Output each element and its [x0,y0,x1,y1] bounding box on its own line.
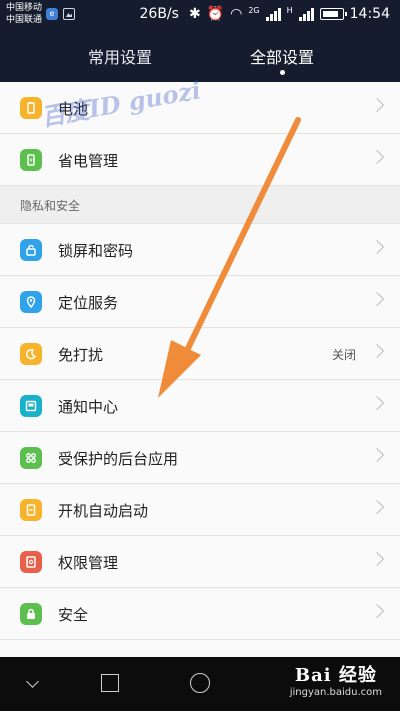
network-h: H [286,5,293,15]
setting-label: 受保护的后台应用 [58,450,179,468]
status-right: 26B/s ✱ ⏰ ◠ 2G H 14:54 [139,5,391,23]
network-2g: 2G [248,5,260,15]
setting-label: 权限管理 [58,554,119,572]
notification-center-icon [20,395,42,417]
chevron-right-icon [369,291,385,307]
brand-logo: Bai 经验 jingyan.baidu.com [290,661,382,698]
section-header-privacy: 隐私和安全 [0,186,400,224]
setting-value: 关闭 [331,348,356,362]
chevron-right-icon [369,603,385,619]
navigation-bar: Bai 经验 jingyan.baidu.com [0,657,400,711]
back-icon[interactable] [26,675,39,688]
settings-list[interactable]: 电池 省电管理 隐私和安全 锁屏和密码 定位服务 免打扰 关闭 通知中心 受保护… [0,82,400,657]
setting-label: 定位服务 [58,294,119,312]
power-saving-icon [20,149,42,171]
section-title: 隐私和安全 [20,199,81,213]
alarm-icon: ⏰ [206,6,225,22]
setting-row-partial[interactable] [0,640,400,657]
moon-icon [20,343,42,365]
setting-row-protected-apps[interactable]: 受保护的后台应用 [0,432,400,484]
chevron-right-icon [369,97,385,113]
autostart-icon [20,499,42,521]
setting-label: 开机自动启动 [58,502,149,520]
lock-screen-icon [20,239,42,261]
tab-all-settings[interactable]: 全部设置 [250,44,314,68]
clock: 14:54 [349,6,390,22]
location-icon [20,291,42,313]
security-lock-icon [20,603,42,625]
setting-row-notification-center[interactable]: 通知中心 [0,380,400,432]
setting-label: 安全 [58,606,89,624]
carrier-1: 中国移动 [6,3,43,13]
net-speed: 26B/s [139,6,179,22]
setting-row-power-saving[interactable]: 省电管理 [0,134,400,186]
setting-label: 锁屏和密码 [58,242,134,260]
setting-label: 通知中心 [58,398,119,416]
permission-icon [20,551,42,573]
brand-line-2: jingyan.baidu.com [289,687,382,698]
setting-row-autostart[interactable]: 开机自动启动 [0,484,400,536]
carrier-info: 中国移动 中国联通 [6,2,42,26]
recent-apps-icon[interactable] [101,674,119,692]
brand-line-1: Bai 经验 [294,665,377,686]
setting-label: 省电管理 [58,152,119,170]
setting-row-location[interactable]: 定位服务 [0,276,400,328]
active-tab-indicator [280,70,285,75]
app-notification-icon: e [46,8,58,20]
status-bar: 中国移动 中国联通 e 26B/s ✱ ⏰ ◠ 2G H 14:54 [0,0,400,30]
chevron-right-icon [369,343,385,359]
signal-icon-2 [298,7,314,21]
protected-apps-icon [20,447,42,469]
setting-label: 电池 [58,100,89,118]
battery-icon [20,97,42,119]
chevron-right-icon [369,551,385,567]
setting-label: 免打扰 [58,346,104,364]
notification-icons: e [46,8,75,20]
settings-tabs: 常用设置 全部设置 [0,30,400,82]
bluetooth-icon: ✱ [188,6,201,22]
setting-row-battery[interactable]: 电池 [0,82,400,134]
setting-row-security[interactable]: 安全 [0,588,400,640]
chevron-right-icon [369,447,385,463]
chevron-right-icon [369,149,385,165]
image-notification-icon [63,8,75,20]
chevron-right-icon [369,395,385,411]
signal-icon [265,7,281,21]
setting-row-permission[interactable]: 权限管理 [0,536,400,588]
chevron-right-icon [369,499,385,515]
setting-row-lock-screen[interactable]: 锁屏和密码 [0,224,400,276]
wifi-icon: ◠ [230,6,243,22]
setting-row-do-not-disturb[interactable]: 免打扰 关闭 [0,328,400,380]
tab-common-settings[interactable]: 常用设置 [88,44,152,68]
home-icon[interactable] [190,673,210,693]
carrier-2: 中国联通 [6,15,43,25]
chevron-right-icon [369,239,385,255]
battery-status-icon [319,8,347,20]
